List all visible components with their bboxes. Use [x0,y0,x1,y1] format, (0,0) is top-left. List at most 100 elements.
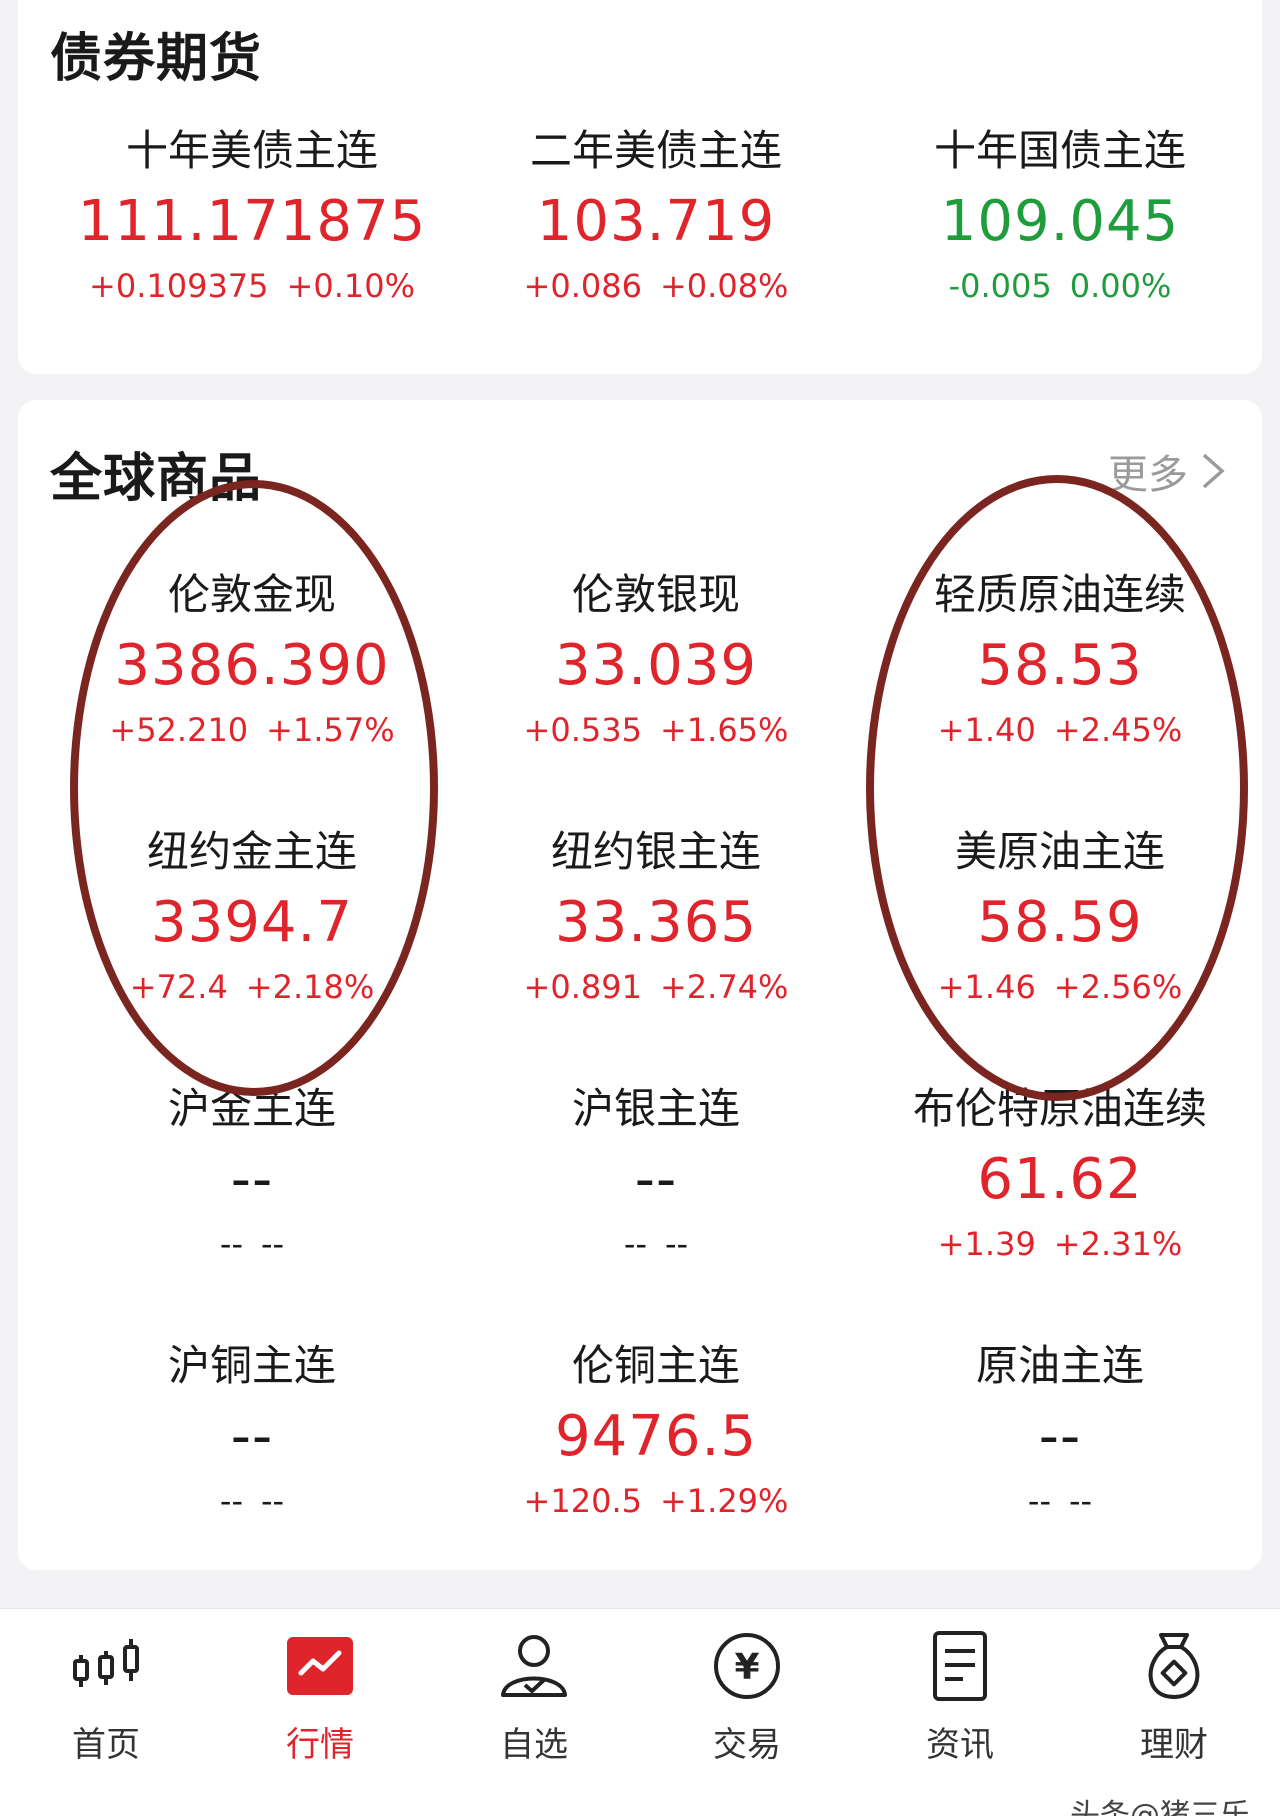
tab-news[interactable]: 资讯 [880,1629,1040,1766]
svg-text:¥: ¥ [734,1647,759,1688]
quote-cell[interactable]: 轻质原油连续 58.53 +1.40 +2.45% [858,568,1262,750]
quote-name: 轻质原油连续 [933,570,1186,619]
quote-price: 33.365 [555,890,757,955]
quote-change: +0.086 [523,267,642,305]
quote-change-row: -0.005 0.00% [858,266,1262,306]
quote-name: 伦铜主连 [571,1341,740,1390]
quote-price: 111.171875 [77,189,427,254]
quote-cell[interactable]: 伦敦银现 33.039 +0.535 +1.65% [454,568,858,750]
quote-name: 原油主连 [975,1341,1144,1390]
quote-change-row: +72.4 +2.18% [50,967,454,1007]
quote-price: -- [230,1147,274,1212]
quote-cell[interactable]: 十年国债主连 109.045 -0.005 0.00% [858,124,1262,306]
market-page: 债券期货 十年美债主连 111.171875 +0.109375 +0.10% 二… [0,0,1280,1816]
tab-label: 自选 [500,1725,568,1765]
quote-price: 3386.390 [114,633,390,698]
quote-price: 103.719 [536,189,776,254]
quote-change-row: -- -- [50,1481,454,1521]
quote-change-row: +0.086 +0.08% [454,266,858,306]
quote-cell[interactable]: 沪银主连 -- -- -- [454,1082,858,1264]
tab-trade[interactable]: ¥ 交易 [667,1629,827,1766]
money-bag-icon [1148,1633,1200,1699]
quote-price: 3394.7 [151,890,353,955]
quote-change-percent: 0.00% [1069,267,1172,305]
quote-price: -- [230,1404,274,1469]
quote-change-percent: +2.56% [1053,968,1183,1006]
quote-change-row: +52.210 +1.57% [50,710,454,750]
quote-change-percent: +2.45% [1053,711,1183,749]
tab-wealth[interactable]: 理财 [1094,1629,1254,1766]
quote-change: -- [219,1225,243,1263]
quote-change: +72.4 [129,968,228,1006]
quote-cell[interactable]: 十年美债主连 111.171875 +0.109375 +0.10% [50,124,454,306]
quote-change-row: +0.535 +1.65% [454,710,858,750]
chevron-right-icon [1202,453,1225,489]
quote-price: 58.53 [977,633,1143,698]
quote-change-row: +1.39 +2.31% [858,1224,1262,1264]
watermark: 头条@猪三乐 [1070,1798,1250,1816]
quote-cell[interactable]: 沪金主连 -- -- -- [50,1082,454,1264]
quote-change-row: +1.40 +2.45% [858,710,1262,750]
quote-cell[interactable]: 纽约金主连 3394.7 +72.4 +2.18% [50,825,454,1007]
tab-label: 交易 [713,1725,781,1765]
quote-change: +120.5 [523,1482,642,1520]
quote-price: 9476.5 [555,1404,757,1469]
quote-change-percent: +0.10% [286,267,415,305]
quote-change: +0.891 [523,968,642,1006]
quote-name: 沪铜主连 [167,1341,336,1390]
quote-cell[interactable]: 伦铜主连 9476.5 +120.5 +1.29% [454,1339,858,1521]
tab-label: 行情 [286,1725,354,1765]
quote-change: -0.005 [948,267,1052,305]
quote-change-row: +1.46 +2.56% [858,967,1262,1007]
market-chart-icon [287,1637,353,1695]
quote-change: -- [219,1482,243,1520]
quote-change-row: -- -- [454,1224,858,1264]
tab-home[interactable]: 首页 [26,1629,186,1766]
quote-change: -- [623,1225,647,1263]
quote-name: 十年国债主连 [933,126,1186,175]
quote-change-row: +0.891 +2.74% [454,967,858,1007]
quote-change-percent: +1.65% [659,711,789,749]
quote-cell[interactable]: 沪铜主连 -- -- -- [50,1339,454,1521]
quote-price: 58.59 [977,890,1143,955]
quote-change: -- [1027,1482,1051,1520]
quote-change: +1.46 [937,968,1036,1006]
tab-market[interactable]: 行情 [240,1629,400,1766]
quote-change-row: -- -- [50,1224,454,1264]
more-label: 更多 [1108,452,1188,498]
user-check-icon [501,1635,567,1697]
tab-label: 理财 [1140,1725,1208,1765]
quote-cell[interactable]: 伦敦金现 3386.390 +52.210 +1.57% [50,568,454,750]
quote-change-percent: +2.18% [245,968,375,1006]
quote-name: 二年美债主连 [529,126,782,175]
quote-cell[interactable]: 纽约银主连 33.365 +0.891 +2.74% [454,825,858,1007]
quote-name: 沪银主连 [571,1084,740,1133]
quote-name: 伦敦金现 [167,570,336,619]
document-icon [933,1631,987,1701]
quote-change-percent: +0.08% [659,267,789,305]
quote-name: 美原油主连 [954,827,1165,876]
quote-change-percent: +2.31% [1053,1225,1183,1263]
quote-cell[interactable]: 原油主连 -- -- -- [858,1339,1262,1521]
quote-price: 61.62 [977,1147,1143,1212]
quote-change-percent: -- [1069,1482,1093,1520]
quote-cell[interactable]: 美原油主连 58.59 +1.46 +2.56% [858,825,1262,1007]
quote-change-row: +0.109375 +0.10% [50,266,454,306]
quote-change: +0.109375 [89,267,269,305]
quote-cell[interactable]: 二年美债主连 103.719 +0.086 +0.08% [454,124,858,306]
quote-name: 沪金主连 [167,1084,336,1133]
yuan-coin-icon: ¥ [714,1633,780,1699]
quote-change-percent: -- [261,1482,285,1520]
quote-change: +1.40 [937,711,1036,749]
quote-change: +0.535 [523,711,642,749]
quote-name: 布伦特原油连续 [912,1084,1207,1133]
quote-change-row: +120.5 +1.29% [454,1481,858,1521]
bottom-tab-bar: 首页 行情 自选 ¥ 交易 资讯 理财 [0,1608,1280,1816]
quote-name: 纽约金主连 [146,827,357,876]
candlestick-icon [73,1639,139,1687]
global-commodities-card: 全球商品 更多 伦敦金现 3386.390 +52.210 +1.57% 伦敦银现… [18,400,1262,1570]
quote-cell[interactable]: 布伦特原油连续 61.62 +1.39 +2.31% [858,1082,1262,1264]
more-link[interactable]: 更多 [1108,442,1226,500]
tab-watchlist[interactable]: 自选 [454,1629,614,1766]
quote-change-percent: -- [665,1225,689,1263]
